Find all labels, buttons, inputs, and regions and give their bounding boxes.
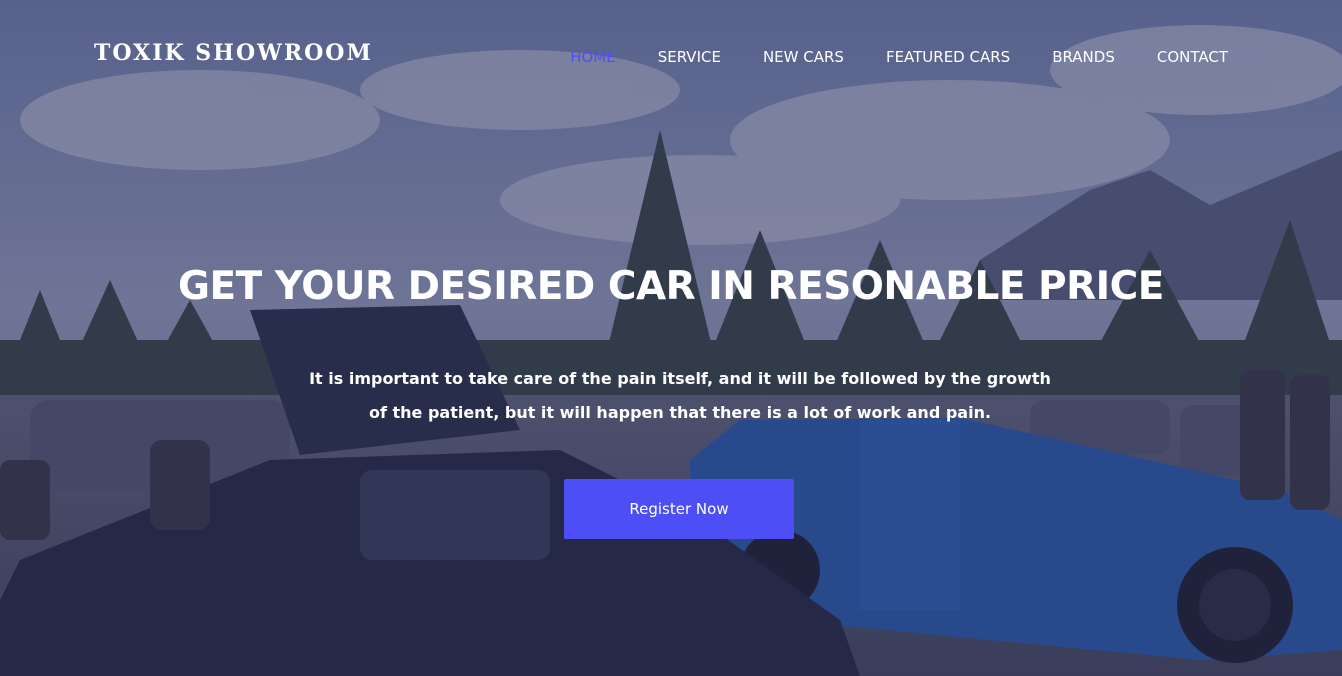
nav-item-home: HOME [570, 46, 616, 68]
register-now-button[interactable]: Register Now [564, 479, 794, 539]
nav-link-new-cars[interactable]: NEW CARS [763, 46, 844, 68]
nav-item-service: SERVICE [658, 46, 721, 68]
nav-item-brands: BRANDS [1052, 46, 1115, 68]
nav-item-contact: CONTACT [1157, 46, 1228, 68]
nav-link-contact[interactable]: CONTACT [1157, 46, 1228, 68]
hero-subtext: It is important to take care of the pain… [309, 369, 1051, 422]
hero-section: TOXIK SHOWROOM HOME SERVICE NEW CARS FEA… [0, 0, 1342, 676]
nav-item-featured-cars: FEATURED CARS [886, 46, 1010, 68]
nav-link-service[interactable]: SERVICE [658, 46, 721, 68]
nav-item-new-cars: NEW CARS [763, 46, 844, 68]
hero-headline: GET YOUR DESIRED CAR IN RESONABLE PRICE [178, 264, 1164, 309]
nav-link-home[interactable]: HOME [570, 46, 616, 68]
nav-link-brands[interactable]: BRANDS [1052, 46, 1115, 68]
main-nav: HOME SERVICE NEW CARS FEATURED CARS BRAN… [570, 46, 1228, 68]
nav-link-featured-cars[interactable]: FEATURED CARS [886, 46, 1010, 68]
hero-overlay [0, 0, 1342, 676]
brand-logo[interactable]: TOXIK SHOWROOM [94, 40, 373, 66]
